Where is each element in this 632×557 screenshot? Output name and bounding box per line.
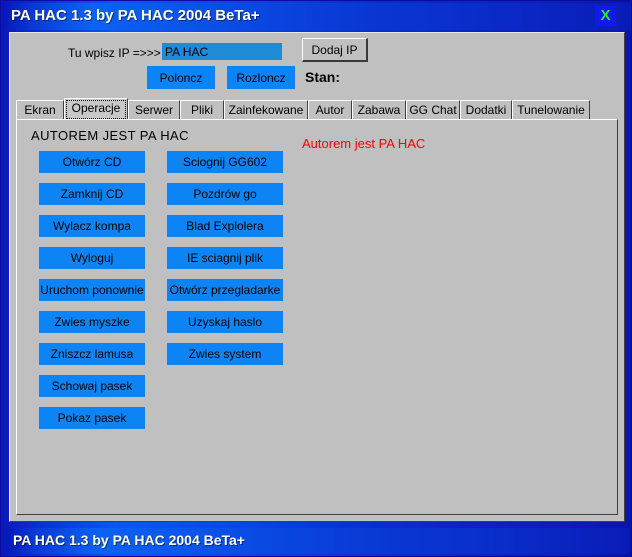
tab-ekran[interactable]: Ekran bbox=[16, 100, 64, 119]
tab-autor[interactable]: Autor bbox=[308, 100, 352, 119]
op-button-wyloguj[interactable]: Wyloguj bbox=[39, 247, 145, 269]
status-label: Stan: bbox=[305, 69, 340, 85]
client-area: Tu wpisz IP =>>> Dodaj IP Poloncz Rozlon… bbox=[9, 32, 625, 522]
tab-page-operacje: AUTOREM JEST PA HAC Autorem jest PA HAC … bbox=[16, 119, 618, 515]
op-button-blad-explolera[interactable]: Blad Explolera bbox=[167, 215, 283, 237]
tab-label: Zabawa bbox=[358, 103, 401, 117]
window-title: PA HAC 1.3 by PA HAC 2004 BeTa+ bbox=[11, 7, 260, 24]
connect-button[interactable]: Poloncz bbox=[147, 66, 215, 89]
tab-pliki[interactable]: Pliki bbox=[180, 100, 224, 119]
op-button-uruchom-ponownie[interactable]: Uruchom ponownie bbox=[39, 279, 145, 301]
tab-label: Zainfekowane bbox=[229, 103, 304, 117]
add-ip-button[interactable]: Dodaj IP bbox=[302, 38, 368, 62]
author-credit-text: Autorem jest PA HAC bbox=[302, 136, 425, 151]
op-button-schowaj-pasek[interactable]: Schowaj pasek bbox=[39, 375, 145, 397]
tab-label: Ekran bbox=[24, 103, 55, 117]
tab-label: Operacje bbox=[72, 101, 121, 115]
tab-zainfekowane[interactable]: Zainfekowane bbox=[224, 100, 308, 119]
ip-field-label: Tu wpisz IP =>>> bbox=[68, 46, 161, 60]
title-bar[interactable]: PA HAC 1.3 by PA HAC 2004 BeTa+ X bbox=[3, 3, 631, 30]
tab-operacje[interactable]: Operacje bbox=[64, 98, 128, 119]
status-bar: PA HAC 1.3 by PA HAC 2004 BeTa+ bbox=[5, 528, 629, 554]
status-bar-label: PA HAC 1.3 by PA HAC 2004 BeTa+ bbox=[13, 532, 245, 548]
disconnect-button[interactable]: Rozloncz bbox=[227, 66, 295, 89]
tab-serwer[interactable]: Serwer bbox=[128, 100, 180, 119]
op-button-otw-rz-cd[interactable]: Otwórz CD bbox=[39, 151, 145, 173]
application-window: PA HAC 1.3 by PA HAC 2004 BeTa+ X Tu wpi… bbox=[0, 0, 632, 557]
op-button-zwies-system[interactable]: Zwies system bbox=[167, 343, 283, 365]
tab-tunelowanie[interactable]: Tunelowanie bbox=[512, 100, 590, 119]
op-button-ie-sciagnij-plik[interactable]: IE sciagnij plik bbox=[167, 247, 283, 269]
tab-label: Dodatki bbox=[466, 103, 507, 117]
close-icon[interactable]: X bbox=[595, 6, 616, 26]
op-button-zniszcz-lamusa[interactable]: Zniszcz lamusa bbox=[39, 343, 145, 365]
tab-gg-chat[interactable]: GG Chat bbox=[406, 100, 460, 119]
op-button-zamknij-cd[interactable]: Zamknij CD bbox=[39, 183, 145, 205]
op-button-sciognij-gg602[interactable]: Sciognij GG602 bbox=[167, 151, 283, 173]
tab-dodatki[interactable]: Dodatki bbox=[460, 100, 512, 119]
tab-strip: Ekran Operacje Serwer Pliki Zainfekowane Auto… bbox=[16, 98, 618, 119]
op-button-pokaz-pasek[interactable]: Pokaz pasek bbox=[39, 407, 145, 429]
page-title: AUTOREM JEST PA HAC bbox=[31, 128, 189, 143]
tab-label: GG Chat bbox=[409, 103, 456, 117]
ip-input[interactable] bbox=[162, 43, 282, 60]
tab-label: Autor bbox=[316, 103, 345, 117]
op-button-wylacz-kompa[interactable]: Wylacz kompa bbox=[39, 215, 145, 237]
op-button-uzyskaj-haslo[interactable]: Uzyskaj haslo bbox=[167, 311, 283, 333]
tab-zabawa[interactable]: Zabawa bbox=[352, 100, 406, 119]
op-button-otw-rz-przegladarke[interactable]: Otwórz przegladarke bbox=[167, 279, 283, 301]
op-button-pozdr-w-go[interactable]: Pozdrów go bbox=[167, 183, 283, 205]
op-button-zwies-myszke[interactable]: Zwies myszke bbox=[39, 311, 145, 333]
tab-label: Pliki bbox=[191, 103, 213, 117]
tab-label: Serwer bbox=[135, 103, 173, 117]
tab-label: Tunelowanie bbox=[517, 103, 585, 117]
